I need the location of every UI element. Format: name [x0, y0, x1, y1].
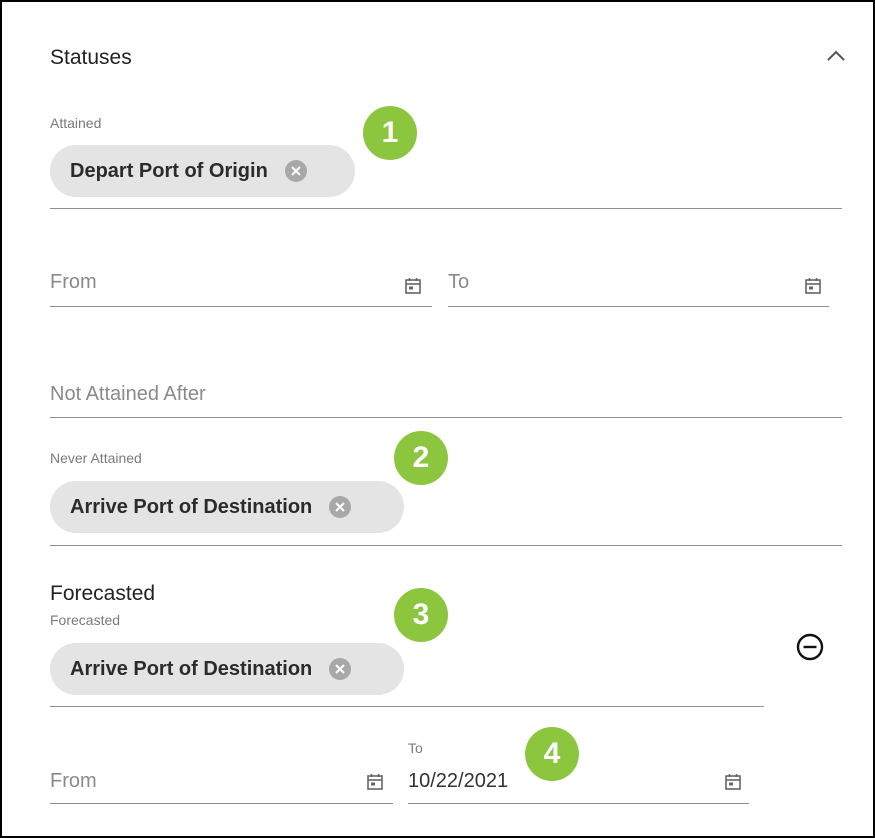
statuses-panel: Statuses Attained 1 Depart Port of Origi… [0, 0, 875, 838]
chip-remove-icon[interactable] [329, 658, 352, 680]
calendar-icon[interactable] [804, 277, 822, 295]
chip-remove-icon[interactable] [329, 496, 352, 518]
step-badge-4: 4 [525, 727, 579, 781]
calendar-icon[interactable] [724, 773, 742, 791]
collapse-button[interactable] [822, 42, 850, 70]
minus-circle-icon [796, 633, 824, 661]
chip-label: Arrive Port of Destination [70, 495, 313, 518]
chevron-up-icon [827, 50, 845, 61]
chip-label: Arrive Port of Destination [70, 657, 313, 680]
attained-label: Attained [50, 115, 102, 131]
forecasted-chip[interactable]: Arrive Port of Destination [50, 643, 404, 695]
attained-from-underline [50, 306, 432, 307]
forecasted-from-input[interactable]: From [50, 770, 97, 793]
never-attained-underline [50, 545, 842, 546]
forecasted-to-underline [408, 803, 749, 804]
forecasted-label: Forecasted [50, 612, 121, 628]
calendar-icon[interactable] [366, 773, 384, 791]
not-attained-after-underline [50, 417, 842, 418]
calendar-icon[interactable] [404, 277, 422, 295]
not-attained-after-input[interactable]: Not Attained After [50, 383, 206, 406]
attained-from-input[interactable]: From [50, 271, 97, 294]
remove-forecast-button[interactable] [795, 632, 825, 662]
forecasted-underline [50, 706, 764, 707]
statuses-title: Statuses [50, 46, 132, 69]
forecasted-heading: Forecasted [50, 582, 156, 605]
chip-remove-icon[interactable] [284, 160, 307, 182]
attained-chip[interactable]: Depart Port of Origin [50, 145, 355, 197]
never-attained-chip[interactable]: Arrive Port of Destination [50, 481, 404, 533]
chip-label: Depart Port of Origin [70, 159, 268, 182]
forecasted-from-underline [50, 803, 393, 804]
step-badge-2: 2 [394, 431, 448, 485]
never-attained-label: Never Attained [50, 450, 142, 466]
attained-to-underline [448, 306, 829, 307]
forecasted-to-label: To [408, 740, 423, 756]
step-badge-1: 1 [363, 106, 417, 160]
attained-to-input[interactable]: To [448, 271, 469, 294]
forecasted-to-input[interactable]: 10/22/2021 [408, 770, 508, 793]
attained-underline [50, 208, 842, 209]
step-badge-3: 3 [394, 588, 448, 642]
